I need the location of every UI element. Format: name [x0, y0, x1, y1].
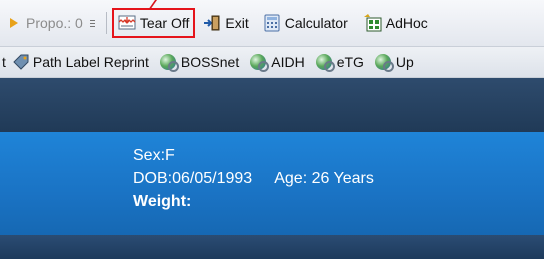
etg-label: eTG — [336, 54, 364, 70]
calculator-button[interactable]: Calculator — [261, 10, 350, 36]
tear-off-label: Tear Off — [139, 15, 190, 31]
footer-band — [0, 235, 544, 259]
label-tag-icon — [12, 53, 30, 71]
patient-weight-label: Weight: — [133, 193, 192, 210]
globe-search-icon — [249, 53, 270, 72]
propo-counter: Propo.: 0 — [20, 10, 85, 36]
globe-search-icon — [315, 53, 335, 72]
patient-sex: Sex:F — [133, 147, 175, 164]
etg-button[interactable]: eTG — [313, 49, 366, 75]
adhoc-button[interactable]: AdHoc — [362, 10, 430, 36]
calculator-icon — [263, 14, 281, 32]
header-band — [0, 78, 544, 132]
up-button[interactable]: Up — [372, 49, 416, 75]
adhoc-label: AdHoc — [385, 15, 428, 31]
tear-off-wrapper: Tear Off — [111, 8, 196, 38]
patient-info: Sex:F DOB:06/05/1993 Age: 26 Years Weigh… — [133, 144, 374, 213]
toolbar-separator — [105, 12, 107, 34]
previous-arrow-icon[interactable] — [8, 10, 20, 36]
path-label-reprint-button[interactable]: Path Label Reprint — [10, 49, 151, 75]
tear-off-button[interactable]: Tear Off — [111, 8, 196, 38]
path-label-reprint-label: Path Label Reprint — [32, 54, 149, 70]
propo-counter-label: Propo.: 0 — [26, 15, 83, 31]
exit-icon — [203, 14, 221, 32]
patient-banner: Sex:F DOB:06/05/1993 Age: 26 Years Weigh… — [0, 132, 544, 235]
globe-search-icon — [159, 53, 179, 72]
main-toolbar: Propo.: 0 Tear Off Exit Calculator AdHoc — [0, 0, 544, 47]
exit-label: Exit — [225, 15, 249, 31]
adhoc-icon — [363, 14, 382, 32]
exit-button[interactable]: Exit — [201, 10, 250, 36]
reprint-fragment-label: t — [2, 54, 6, 70]
tear-off-icon — [118, 14, 136, 32]
toolbar-grip[interactable] — [89, 14, 97, 32]
reprint-fragment: t — [0, 49, 8, 75]
aidh-label: AIDH — [271, 54, 305, 70]
up-label: Up — [395, 54, 414, 70]
links-toolbar: t Path Label Reprint BOSSnet AIDH eTG Up — [0, 47, 544, 78]
bossnet-label: BOSSnet — [180, 54, 240, 70]
globe-search-icon — [374, 53, 394, 72]
aidh-button[interactable]: AIDH — [247, 49, 306, 75]
patient-dob-age: DOB:06/05/1993 Age: 26 Years — [133, 167, 374, 190]
calculator-label: Calculator — [284, 15, 348, 31]
patient-dob: DOB:06/05/1993 — [133, 170, 253, 187]
bossnet-button[interactable]: BOSSnet — [157, 49, 241, 75]
patient-age: Age: 26 Years — [274, 170, 374, 187]
